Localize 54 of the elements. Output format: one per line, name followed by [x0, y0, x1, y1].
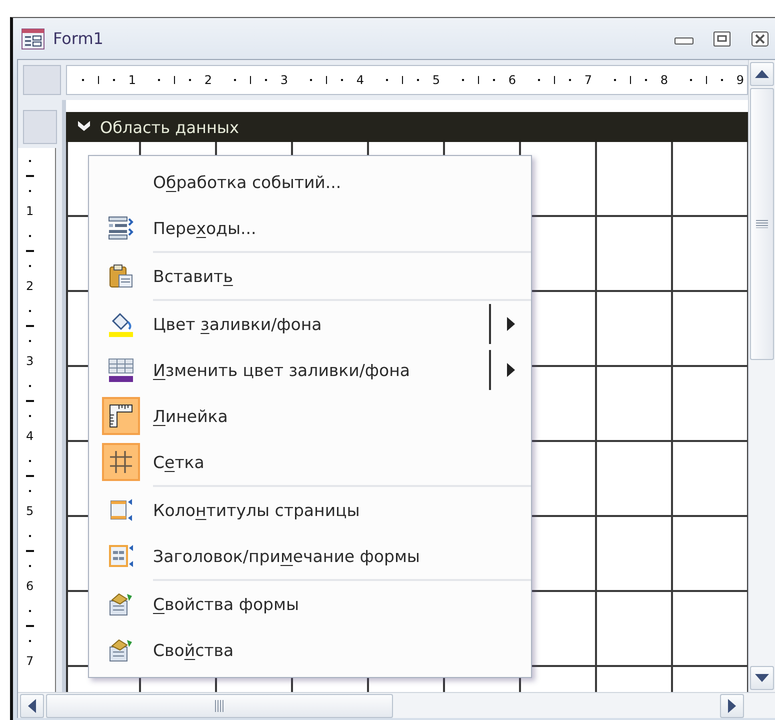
- menu-item[interactable]: Изменить цвет заливки/фона: [89, 347, 531, 393]
- ruler-number: 7: [584, 74, 592, 86]
- ruler-number: 2: [204, 74, 212, 86]
- menu-item[interactable]: Свойства: [89, 627, 531, 673]
- down-arrow-icon: [755, 674, 769, 682]
- ruler-icon: [108, 403, 134, 429]
- menu-item[interactable]: Цвет заливки/фона: [89, 301, 531, 347]
- ruler-number: 3: [26, 354, 34, 367]
- form-header-icon: [108, 543, 134, 569]
- scroll-left-button[interactable]: [20, 694, 44, 718]
- ruler-number: 6: [508, 74, 516, 86]
- ruler-number: 9: [736, 74, 744, 86]
- fill-color-icon: [108, 311, 134, 337]
- ruler-number: 5: [26, 504, 34, 517]
- ruler-number: 3: [280, 74, 288, 86]
- ruler-number: 6: [26, 580, 34, 592]
- scrollbar-thumb[interactable]: [750, 88, 774, 360]
- scroll-right-button[interactable]: [720, 694, 744, 718]
- page-header-icon: [108, 497, 134, 523]
- up-arrow-icon: [755, 70, 769, 78]
- grid-color-icon: [108, 357, 134, 383]
- menu-item[interactable]: Заголовок/примечание формы: [89, 533, 531, 581]
- section-title: Область данных: [100, 118, 240, 136]
- ruler-number: 1: [128, 74, 136, 86]
- ruler-number: 7: [26, 654, 34, 667]
- menu-item[interactable]: Переходы...: [89, 205, 531, 253]
- ruler-number: 4: [356, 74, 364, 86]
- properties-icon: [108, 591, 134, 617]
- left-arrow-icon: [28, 698, 36, 712]
- grid-icon: [108, 449, 134, 475]
- form-icon: [21, 28, 45, 50]
- submenu-arrow-icon: [507, 317, 515, 331]
- restore-icon: [713, 30, 731, 46]
- scroll-up-button[interactable]: [750, 62, 774, 86]
- menu-item[interactable]: Вставить: [89, 253, 531, 301]
- navigation-icon: [108, 215, 134, 241]
- scrollbar-thumb[interactable]: [46, 694, 393, 718]
- right-arrow-icon: [728, 698, 736, 712]
- close-icon: [751, 30, 769, 46]
- ruler-number: 5: [432, 74, 440, 86]
- menu-item[interactable]: Колонтитулы страницы: [89, 487, 531, 533]
- ruler-number: 1: [26, 204, 34, 217]
- properties-icon: [108, 637, 134, 663]
- window-title: Form1: [53, 29, 104, 48]
- menu-item[interactable]: Свойства формы: [89, 581, 531, 627]
- ruler-number: 8: [660, 74, 668, 86]
- menu-item[interactable]: Сетка: [89, 439, 531, 487]
- ruler-number: 4: [26, 430, 34, 442]
- scroll-down-button[interactable]: [750, 666, 774, 690]
- ruler-number: 2: [26, 280, 34, 292]
- paste-icon: [108, 263, 134, 289]
- menu-item[interactable]: Обработка событий...: [89, 159, 531, 205]
- menu-item[interactable]: Линейка: [89, 393, 531, 439]
- submenu-arrow-icon: [507, 363, 515, 377]
